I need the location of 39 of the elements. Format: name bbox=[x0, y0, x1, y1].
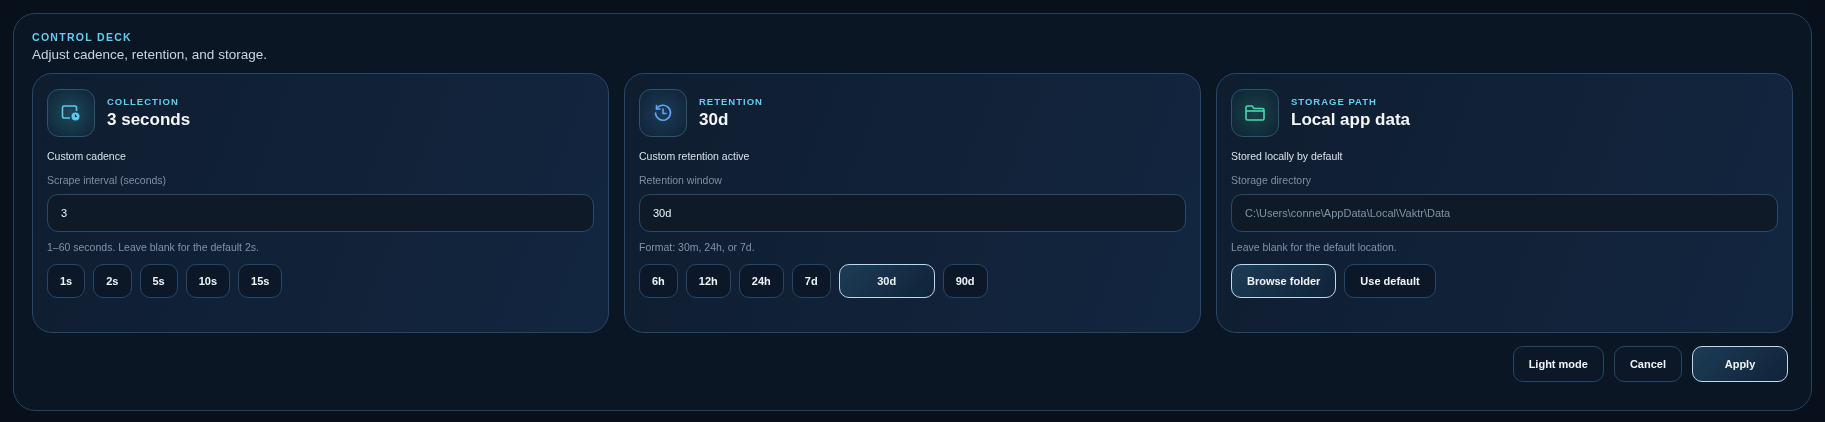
card-title: Local app data bbox=[1291, 110, 1411, 130]
card-eyebrow: COLLECTION bbox=[107, 96, 180, 107]
field-hint: Format: 30m, 24h, or 7d. bbox=[639, 241, 756, 253]
field-hint: Leave blank for the default location. bbox=[1231, 241, 1398, 253]
panel-subtitle: Adjust cadence, retention, and storage. bbox=[32, 47, 268, 62]
card-eyebrow: STORAGE PATH bbox=[1291, 96, 1378, 107]
preset-button[interactable]: 6h bbox=[639, 264, 678, 298]
card-status: Stored locally by default bbox=[1231, 150, 1344, 162]
preset-button[interactable]: 7d bbox=[791, 264, 831, 298]
preset-button[interactable]: 10s bbox=[185, 264, 231, 298]
preset-button[interactable]: 30d bbox=[838, 264, 935, 298]
preset-button[interactable]: 12h bbox=[685, 264, 731, 298]
field-label: Scrape interval (seconds) bbox=[47, 174, 168, 186]
preset-button[interactable]: 24h bbox=[738, 264, 784, 298]
card-status: Custom retention active bbox=[639, 150, 751, 162]
folder-icon bbox=[1244, 104, 1266, 122]
preset-button[interactable]: 15s bbox=[238, 264, 283, 298]
card-eyebrow: RETENTION bbox=[699, 96, 763, 107]
input-field[interactable]: 30d bbox=[639, 194, 1186, 232]
panel-eyebrow: CONTROL DECK bbox=[32, 31, 133, 43]
card-title: 3 seconds bbox=[107, 110, 191, 130]
footer-button[interactable]: Cancel bbox=[1613, 346, 1682, 382]
card-status: Custom cadence bbox=[47, 150, 127, 162]
preset-button[interactable]: Use default bbox=[1344, 264, 1436, 298]
footer-button[interactable]: Light mode bbox=[1512, 346, 1604, 382]
preset-button[interactable]: 90d bbox=[942, 264, 988, 298]
field-hint: 1–60 seconds. Leave blank for the default 2s. bbox=[47, 241, 260, 253]
history-icon bbox=[653, 103, 673, 123]
preset-button[interactable]: 1s bbox=[47, 264, 86, 298]
card-title: 30d bbox=[699, 110, 730, 130]
input-field[interactable]: 3 bbox=[47, 194, 594, 232]
field-label: Retention window bbox=[639, 174, 723, 186]
preset-button[interactable]: 2s bbox=[93, 264, 132, 298]
window-clock-icon bbox=[61, 104, 81, 122]
field-label: Storage directory bbox=[1231, 174, 1312, 186]
preset-button[interactable]: Browse folder bbox=[1231, 264, 1337, 298]
input-field[interactable]: C:\Users\conne\AppData\Local\Vaktr\Data bbox=[1231, 194, 1778, 232]
preset-button[interactable]: 5s bbox=[139, 264, 178, 298]
footer-button[interactable]: Apply bbox=[1692, 346, 1788, 382]
